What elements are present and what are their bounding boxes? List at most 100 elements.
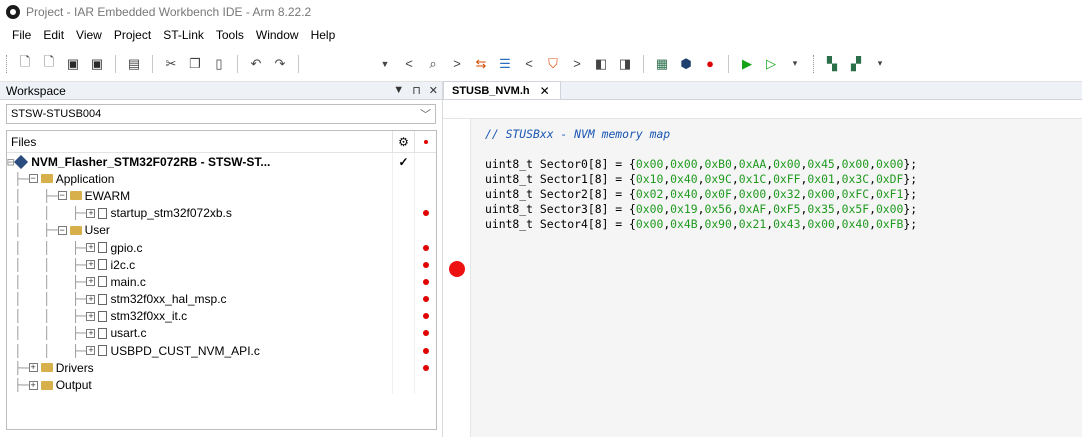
print-icon[interactable]: ▤ [124,54,144,74]
breakpoint-column-icon[interactable] [414,131,436,152]
expand-icon[interactable]: + [86,277,96,287]
expand-icon[interactable]: + [86,294,96,304]
hex-value: 0xFC [841,187,870,201]
expand-icon[interactable]: + [86,208,96,218]
save-icon[interactable]: ▣ [63,54,83,74]
gear-icon[interactable]: ⚙ [392,131,414,152]
open-file-icon[interactable]: 🗋 [39,54,59,74]
code-editor[interactable]: // STUSBxx - NVM memory map uint8_t Sect… [443,118,1082,437]
tree-row-folder[interactable]: │ ├─ − EWARM [7,187,436,205]
hex-value: 0x32 [773,187,801,201]
collapse-icon[interactable]: − [28,174,38,184]
toolbar-grip[interactable] [6,54,9,73]
close-tab-icon[interactable]: ✕ [540,84,550,98]
shield-icon[interactable]: ⛉ [543,54,563,74]
tree-row-file[interactable]: │ │ ├─ + usart.c [7,324,436,343]
tree-row-folder[interactable]: │ ├─ − User [7,221,436,239]
make-icon[interactable]: ⬢ [676,54,696,74]
comma: , [731,187,739,201]
menu-help[interactable]: Help [305,28,342,42]
new-file-icon[interactable]: 🗋 [15,54,35,74]
toolbar-overflow-icon[interactable]: ▾ [785,54,805,74]
menu-edit[interactable]: Edit [37,28,70,42]
expand-icon[interactable]: + [86,346,96,356]
panel-menu-icon[interactable]: ▼ [393,84,404,97]
undo-icon[interactable]: ↶ [246,54,266,74]
expand-icon[interactable]: + [86,311,96,321]
download-and-debug-icon[interactable]: ▶ [737,54,757,74]
previous-bookmark-icon[interactable]: < [519,54,539,74]
copy-icon[interactable]: ❐ [185,54,205,74]
menu-project[interactable]: Project [108,28,157,42]
breakpoint-gutter[interactable] [443,119,471,437]
hex-value: 0x5F [841,202,870,216]
expand-icon[interactable]: + [86,260,96,270]
navigate-forward-icon[interactable]: ◨ [615,54,635,74]
expand-icon[interactable]: + [28,363,38,373]
tree-row-file[interactable]: │ │ ├─ + USBPD_CUST_NVM_API.c [7,342,436,360]
tree-row-folder[interactable]: ├─ − Application [7,170,436,188]
menu-file[interactable]: File [6,28,37,42]
breakpoint-marker-cell [414,290,436,308]
tree-row-folder[interactable]: ├─ + Output [7,376,436,394]
next-bookmark-icon[interactable]: > [567,54,587,74]
toolbar-overflow-icon[interactable]: ▾ [870,54,890,74]
navigate-backward-icon[interactable]: ◧ [591,54,611,74]
breakpoint-marker-cell [414,342,436,360]
save-all-icon[interactable]: ▣ [87,54,107,74]
breakpoint-icon[interactable] [449,261,465,277]
breakpoint-dot-icon [422,330,429,337]
expand-icon[interactable]: + [28,380,38,390]
menu-st-link[interactable]: ST-Link [157,28,210,42]
editor-panel: STUSB_NVM.h ✕ // STUSBxx - NVM memory ma… [443,81,1082,437]
breakpoint-dot-icon [422,347,429,354]
compile-icon[interactable]: ▦ [652,54,672,74]
code-terminator: }; [903,217,918,231]
collapse-icon[interactable]: − [57,191,67,201]
tree-row-file[interactable]: │ │ ├─ + stm32f0xx_it.c [7,307,436,325]
breakpoint-marker-cell [414,256,436,274]
workspace-configuration-select[interactable]: STSW-STUSB004 ﹀ [6,104,436,124]
comma: , [869,202,876,216]
files-column-header[interactable]: Files [7,135,392,149]
tree-row-project[interactable]: ⊟ NVM_Flasher_STM32F072RB - STSW-ST... ✓ [7,153,436,171]
expand-icon[interactable]: + [86,243,96,253]
tab-stusb-nvm-h[interactable]: STUSB_NVM.h ✕ [443,81,561,99]
find-combo-dropdown-icon[interactable]: ▼ [375,54,395,74]
menu-window[interactable]: Window [250,28,305,42]
collapse-icon[interactable]: − [57,225,67,235]
toggle-breakpoint-icon[interactable]: ● [700,54,720,74]
toggle-bookmark-icon[interactable]: ☰ [495,54,515,74]
tree-row-file[interactable]: │ │ ├─ + startup_stm32f072xb.s [7,204,436,222]
menu-view[interactable]: View [70,28,108,42]
empty-cell [414,153,436,171]
find-previous-icon[interactable]: < [399,54,419,74]
empty-cell [414,170,436,188]
menu-tools[interactable]: Tools [210,28,250,42]
file-icon [98,276,108,288]
batch-build-icon[interactable]: ▞ [846,54,866,74]
tree-row-file[interactable]: │ │ ├─ + gpio.c [7,238,436,257]
hex-value: 0x3C [841,172,870,186]
hex-value: 0x43 [773,217,801,231]
find-icon[interactable]: ⌕ [423,54,443,74]
toolbar-separator [728,54,729,73]
find-next-icon[interactable]: > [447,54,467,74]
cut-icon[interactable]: ✂ [161,54,181,74]
tree-row-file[interactable]: │ │ ├─ + main.c [7,273,436,291]
pin-icon[interactable]: ⊓ [412,84,421,97]
comma: , [869,172,876,186]
empty-cell [392,204,414,222]
close-icon[interactable]: ✕ [429,84,438,97]
expand-icon[interactable]: + [86,328,96,338]
debug-without-download-icon[interactable]: ▷ [761,54,781,74]
code-content[interactable]: // STUSBxx - NVM memory map uint8_t Sect… [485,127,917,232]
tree-row-folder[interactable]: ├─ + Drivers [7,359,436,377]
go-to-icon[interactable]: ⇆ [471,54,491,74]
build-config-icon[interactable]: ▚ [822,54,842,74]
toolbar-grip[interactable] [813,54,816,73]
paste-icon[interactable]: ▯ [209,54,229,74]
redo-icon[interactable]: ↷ [270,54,290,74]
tree-row-file[interactable]: │ │ ├─ + stm32f0xx_hal_msp.c [7,290,436,308]
tree-row-file[interactable]: │ │ ├─ + i2c.c [7,256,436,274]
